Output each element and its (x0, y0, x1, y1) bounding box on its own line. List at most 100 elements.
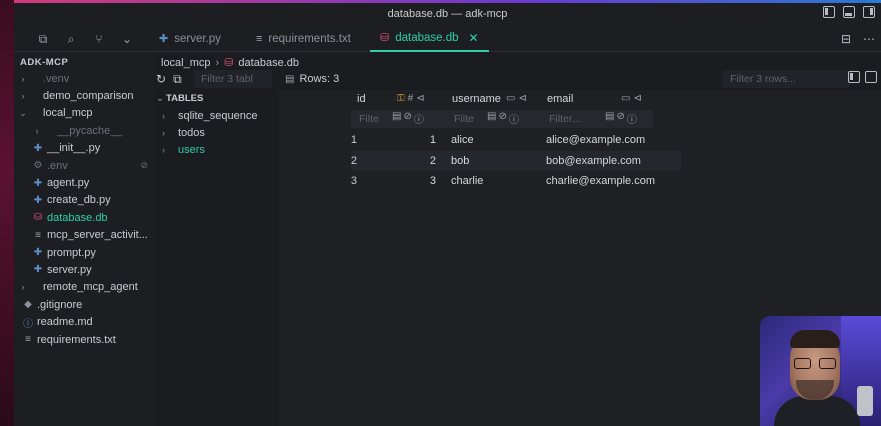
info-icon[interactable]: ⓘ (414, 111, 424, 126)
tree-item-init-py[interactable]: ✚ __init__.py (14, 140, 154, 157)
tree-item-gitignore[interactable]: ◆ .gitignore (14, 296, 154, 313)
chevron-right-icon: › (162, 145, 165, 156)
tree-item-pycache[interactable]: › __pycache__ (14, 122, 154, 139)
tab-database-db[interactable]: ⛁ database.db ✕ (370, 25, 489, 52)
text-match-icon[interactable]: ▤ (605, 111, 614, 126)
table-label: sqlite_sequence (178, 109, 258, 122)
breadcrumb-folder[interactable]: local_mcp (161, 57, 211, 69)
pin-icon[interactable]: ⊲ (633, 93, 641, 104)
toggle-sidebar-icon[interactable] (823, 6, 835, 18)
python-file-icon: ✚ (159, 33, 169, 45)
cell-email[interactable]: alice@example.com (546, 134, 645, 146)
tree-item-agent-py[interactable]: ✚ agent.py (14, 174, 154, 191)
info-icon[interactable]: ⓘ (627, 111, 637, 126)
chevron-down-icon[interactable]: ⌄ (120, 32, 134, 46)
chair (857, 386, 873, 416)
row-count: ▤ Rows: 3 (285, 73, 339, 85)
gear-icon: ⚙ (33, 160, 43, 172)
tree-item-create-db-py[interactable]: ✚ create_db.py (14, 192, 154, 209)
null-icon[interactable]: ⊘ (498, 111, 506, 126)
tree-item-label: local_mcp (43, 107, 93, 120)
pin-icon[interactable]: ⊲ (518, 93, 526, 104)
tree-item-mcp-server-activity[interactable]: ≡ mcp_server_activit... (14, 227, 154, 244)
cell-username[interactable]: bob (451, 155, 469, 167)
source-control-icon[interactable]: ⑂ (92, 32, 106, 46)
pin-icon[interactable]: ⊲ (416, 93, 424, 104)
explorer-icon[interactable]: ⧉ (36, 32, 50, 46)
cell-email[interactable]: charlie@example.com (546, 175, 655, 187)
tree-item-env[interactable]: ⚙ .env ⊘ (14, 157, 154, 174)
table-row[interactable]: 2 2 bob bob@example.com (351, 150, 681, 171)
cell-username[interactable]: alice (451, 134, 474, 146)
cell-id[interactable]: 3 (351, 175, 436, 187)
app-window: database.db — adk-mcp ⧉ ⌕ ⑂ ⌄ ✚ server.p… (0, 0, 881, 426)
null-icon[interactable]: ⊘ (616, 111, 624, 126)
explorer-sidebar: ADK-MCP › .venv › demo_comparison ⌄ loca… (14, 52, 154, 426)
cell-username[interactable]: charlie (451, 175, 483, 187)
git-icon: ◆ (24, 299, 32, 311)
copy-icon[interactable]: ⧉ (173, 72, 182, 87)
tab-label: requirements.txt (268, 32, 351, 45)
db-toolbar: ↻ ⧉ Filter 3 tabl ▤ Rows: 3 Filter 3 row… (154, 70, 881, 90)
info-icon[interactable]: ⓘ (509, 111, 519, 126)
more-actions-icon[interactable]: ⋯ (863, 32, 875, 46)
cell-email[interactable]: bob@example.com (546, 155, 641, 167)
text-match-icon[interactable]: ▤ (392, 111, 401, 126)
tree-item-venv[interactable]: › .venv (14, 70, 154, 87)
cell-id[interactable]: 2 (351, 155, 436, 167)
tree-item-local-mcp[interactable]: ⌄ local_mcp (14, 105, 154, 122)
tables-heading: TABLES (166, 93, 204, 104)
table-item-sqlite-sequence[interactable]: › sqlite_sequence (154, 107, 279, 124)
table-label: todos (178, 127, 205, 140)
tree-item-server-py[interactable]: ✚ server.py (14, 261, 154, 278)
text-match-icon[interactable]: ▤ (487, 111, 496, 126)
python-file-icon: ✚ (33, 194, 43, 206)
refresh-icon[interactable]: ↻ (156, 72, 166, 87)
column-tools: ▭ ⊲ (506, 93, 527, 104)
tree-item-prompt-py[interactable]: ✚ prompt.py (14, 244, 154, 261)
table-row[interactable]: 1 1 alice alice@example.com (351, 130, 681, 151)
toggle-panel-icon[interactable] (843, 6, 855, 18)
row-count-label: Rows: 3 (299, 73, 340, 85)
table-row[interactable]: 3 3 charlie charlie@example.com (351, 171, 681, 192)
tables-header[interactable]: ⌄ TABLES (154, 90, 279, 107)
editor-actions: ⊟ ⋯ (841, 32, 875, 46)
tree-item-database-db[interactable]: ⛁ database.db (14, 209, 154, 226)
webcam-overlay (760, 316, 881, 426)
table-item-users[interactable]: › users (154, 142, 279, 159)
tree-item-label: __init__.py (47, 142, 101, 155)
chevron-down-icon: ⌄ (156, 93, 164, 103)
database-icon: ⛁ (33, 212, 43, 224)
table-item-todos[interactable]: › todos (154, 124, 279, 141)
tree-item-label: server.py (47, 263, 92, 276)
null-icon[interactable]: ⊘ (403, 111, 411, 126)
column-header-email[interactable]: email ▭ ⊲ Filter... ▤ ⊘ ⓘ (541, 90, 653, 128)
activity-icons: ⧉ ⌕ ⑂ ⌄ (36, 32, 134, 47)
search-icon[interactable]: ⌕ (64, 32, 78, 46)
tree-item-demo-comparison[interactable]: › demo_comparison (14, 87, 154, 104)
tree-item-readme[interactable]: ⓘ readme.md (14, 313, 154, 330)
column-name: email (547, 93, 574, 105)
column-header-id[interactable]: id ⚿ # ⊲ Filte ▤ ⊘ ⓘ (351, 90, 446, 128)
cell-id[interactable]: 1 (351, 134, 436, 146)
column-header-username[interactable]: username ▭ ⊲ Filte ▤ ⊘ ⓘ (446, 90, 541, 128)
tree-item-label: remote_mcp_agent (43, 281, 138, 294)
tab-server-py[interactable]: ✚ server.py (149, 25, 231, 52)
filter-rows-input[interactable]: Filter 3 rows... (722, 70, 850, 88)
tree-item-remote-mcp-agent[interactable]: › remote_mcp_agent (14, 279, 154, 296)
toggle-tables-panel-icon[interactable] (848, 71, 860, 83)
python-file-icon: ✚ (33, 177, 43, 189)
number-type-icon: # (407, 93, 414, 104)
python-file-icon: ✚ (33, 142, 43, 154)
close-icon[interactable]: ✕ (469, 31, 479, 45)
breadcrumb-file[interactable]: database.db (238, 57, 299, 69)
split-editor-icon[interactable]: ⊟ (841, 32, 851, 46)
text-file-icon: ≡ (256, 32, 263, 45)
filter-tables-input[interactable]: Filter 3 tabl (194, 70, 272, 88)
tree-item-label: demo_comparison (43, 90, 134, 103)
tab-requirements-txt[interactable]: ≡ requirements.txt (246, 25, 361, 52)
toggle-details-panel-icon[interactable] (865, 71, 877, 83)
toggle-secondary-sidebar-icon[interactable] (863, 6, 875, 18)
tree-item-requirements-txt[interactable]: ≡ requirements.txt (14, 331, 154, 348)
python-file-icon: ✚ (33, 247, 43, 259)
